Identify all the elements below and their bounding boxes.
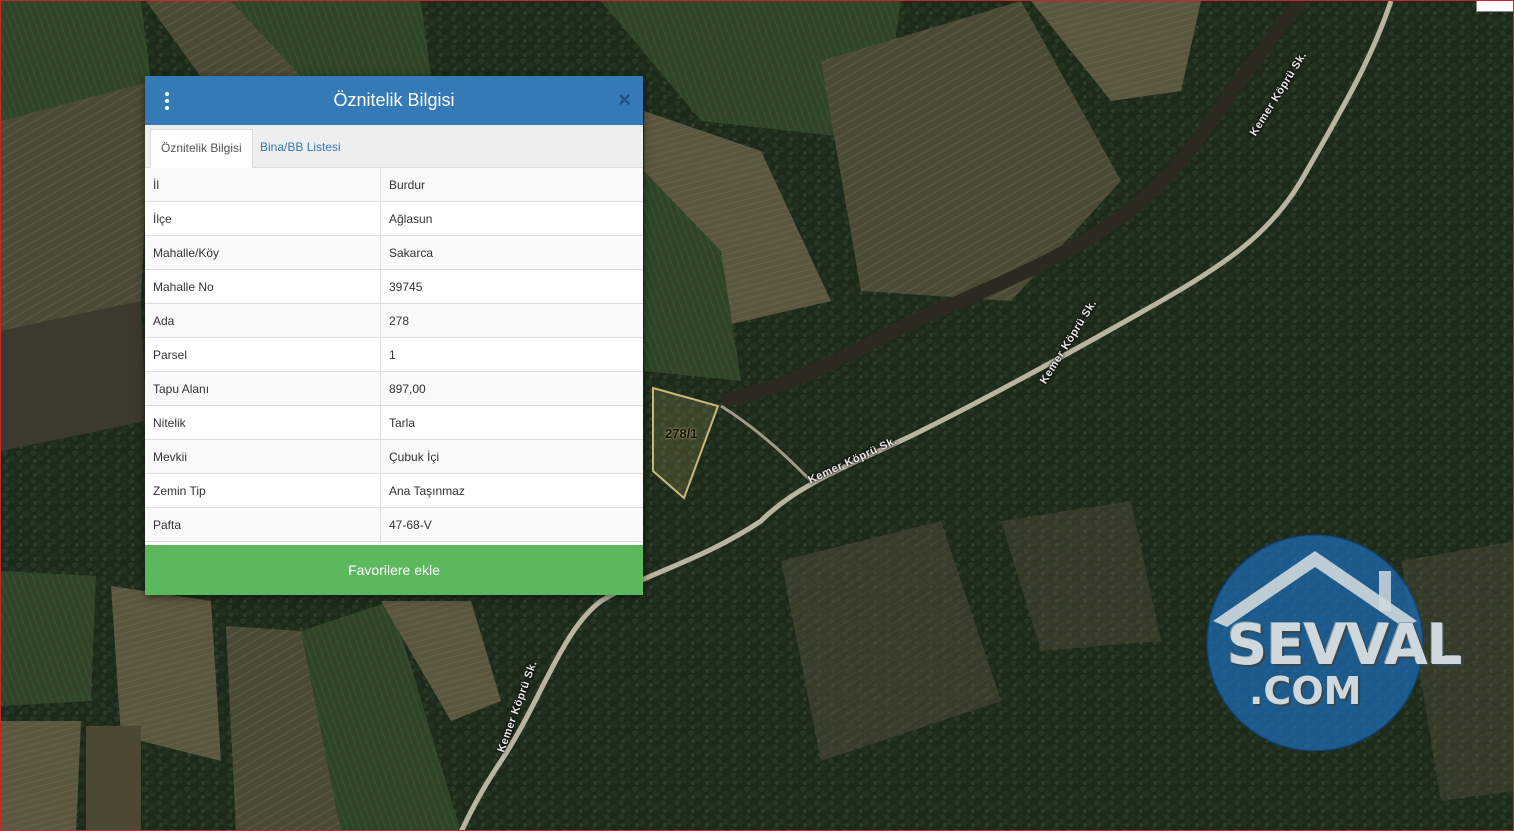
- parcel-label[interactable]: 278/1: [665, 426, 698, 441]
- attr-key: İl: [145, 168, 381, 202]
- tab-bar: Öznitelik Bilgisi Bina/BB Listesi: [145, 125, 643, 168]
- attr-key: Nitelik: [145, 405, 381, 440]
- table-row: Tapu Alanı 897,00: [145, 371, 643, 406]
- table-row: Zemin Tip Ana Taşınmaz: [145, 473, 643, 508]
- attr-value: 39745: [380, 269, 643, 304]
- close-icon[interactable]: ×: [618, 88, 631, 112]
- table-row: İl Burdur: [145, 168, 643, 202]
- attr-key: Tapu Alanı: [145, 371, 381, 406]
- attr-value: 47-68-V: [380, 507, 643, 542]
- attr-value: Sakarca: [380, 235, 643, 270]
- table-row: Mahalle No 39745: [145, 269, 643, 304]
- attr-key: Pafta: [145, 507, 381, 542]
- table-row: Nitelik Tarla: [145, 405, 643, 440]
- attr-value: 278: [380, 303, 643, 338]
- table-row: İlçe Ağlasun: [145, 201, 643, 236]
- attr-key: Mevkii: [145, 439, 381, 474]
- attr-value: Tarla: [380, 405, 643, 440]
- table-row: Pafta 47-68-V: [145, 507, 643, 542]
- attribute-info-dialog: Öznitelik Bilgisi × Öznitelik Bilgisi Bi…: [145, 76, 643, 595]
- tab-building-list[interactable]: Bina/BB Listesi: [250, 129, 351, 166]
- attr-key: Ada: [145, 303, 381, 338]
- attr-value: Ana Taşınmaz: [380, 473, 643, 508]
- attr-value: Burdur: [380, 168, 643, 202]
- tab-attribute-info[interactable]: Öznitelik Bilgisi: [150, 129, 253, 168]
- attr-value: 1: [380, 337, 643, 372]
- table-row: Ada 278: [145, 303, 643, 338]
- attr-key: Zemin Tip: [145, 473, 381, 508]
- attr-key: Mahalle/Köy: [145, 235, 381, 270]
- table-row: Mahalle/Köy Sakarca: [145, 235, 643, 270]
- attr-key: İlçe: [145, 201, 381, 236]
- attr-key: Mahalle No: [145, 269, 381, 304]
- table-row: Parsel 1: [145, 337, 643, 372]
- dialog-header: Öznitelik Bilgisi ×: [145, 76, 643, 125]
- attr-value: Ağlasun: [380, 201, 643, 236]
- add-to-favorites-button[interactable]: Favorilere ekle: [145, 545, 643, 595]
- attribute-table: İl Burdur İlçe Ağlasun Mahalle/Köy Sakarca …: [145, 168, 643, 542]
- attr-value: 897,00: [380, 371, 643, 406]
- attr-value: Çubuk İçi: [380, 439, 643, 474]
- dialog-title: Öznitelik Bilgisi: [333, 90, 455, 110]
- map-corner-control[interactable]: [1476, 1, 1513, 12]
- watermark-text-domain: .COM: [1249, 669, 1362, 713]
- attr-key: Parsel: [145, 337, 381, 372]
- table-row: Mevkii Çubuk İçi: [145, 439, 643, 474]
